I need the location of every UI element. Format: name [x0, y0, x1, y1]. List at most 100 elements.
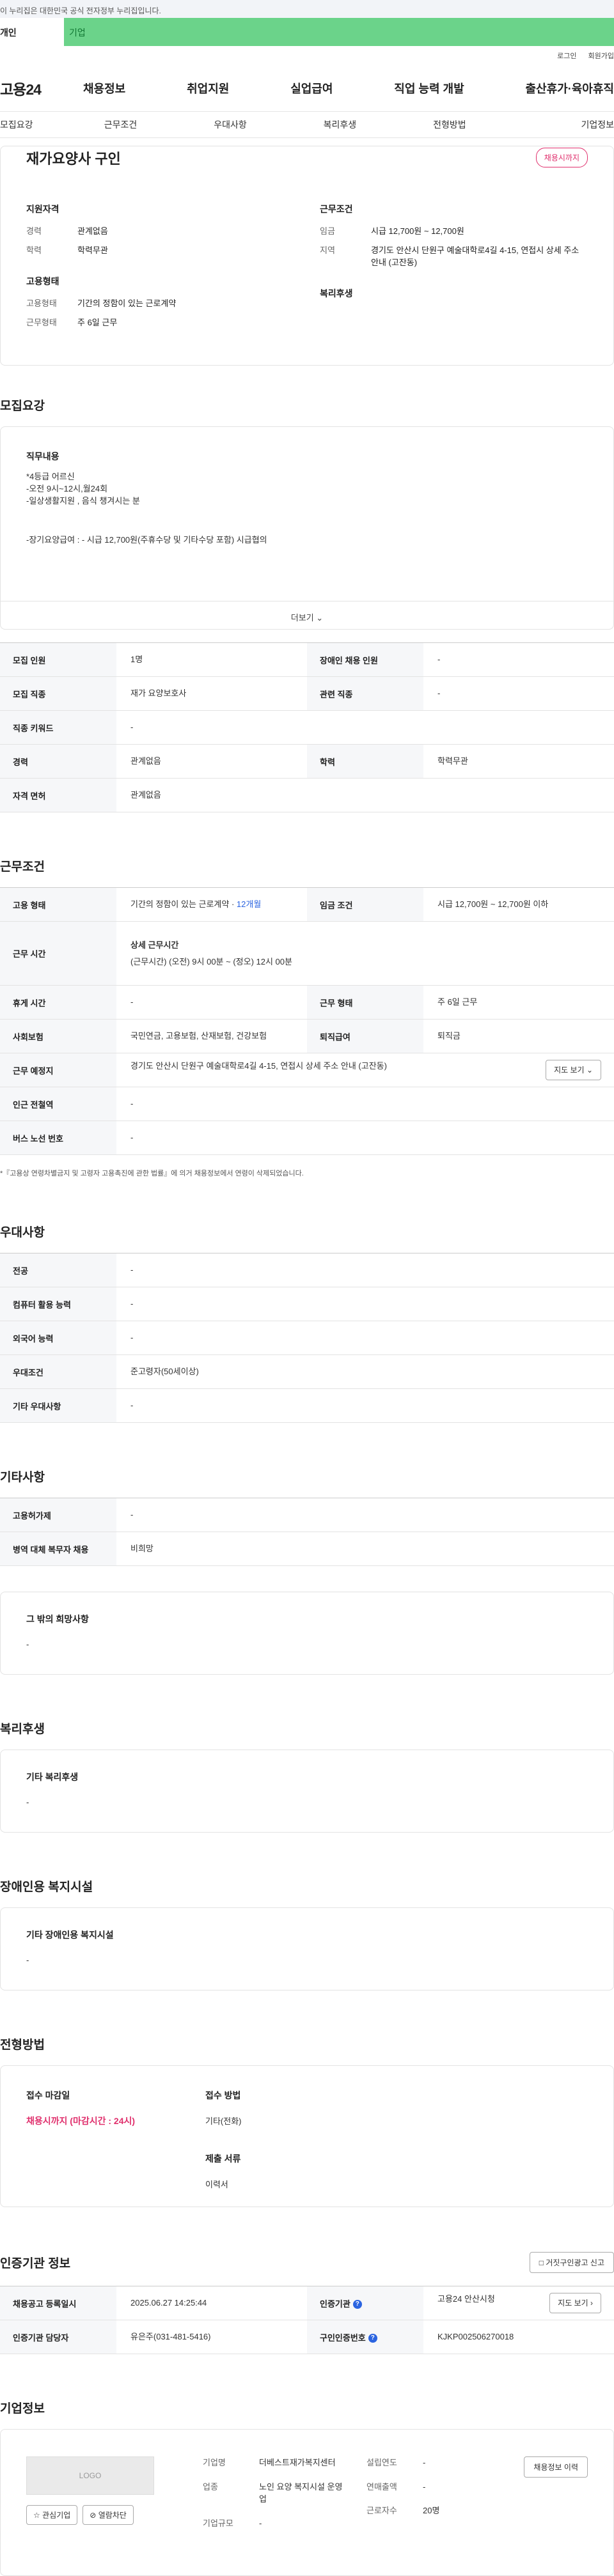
duty-line: -일상생활지원 , 음식 챙겨시는 분 [26, 496, 140, 506]
military-alt-value: 비희망 [116, 1532, 614, 1566]
founded-value: - [423, 2458, 426, 2467]
qual-career-label: 경력 [26, 226, 42, 236]
job-history-button[interactable]: 채용정보 이력 [524, 2456, 588, 2478]
menu-unemployment-benefit[interactable]: 실업급여 [290, 80, 333, 97]
selection-section-title: 전형방법 [0, 2038, 45, 2052]
cert-org-name: 고용24 안산시청 [437, 2294, 495, 2304]
age-discrimination-note: *『고용상 연령차별금지 및 고령자 고용촉진에 관한 법률』에 의거 채용정보… [0, 1170, 304, 1177]
cert-org-label-text: 인증기관 [320, 2299, 350, 2309]
occupation-value: 재가 요양보호사 [116, 676, 307, 711]
table-row: 사회보험 국민연금, 고용보험, 산재보험, 건강보험 퇴직급여 퇴직금 [0, 1019, 614, 1053]
cond-wage-label: 임금 [320, 226, 335, 236]
welfare-card-heading: 기타 복리후생 [26, 1772, 79, 1782]
cert-org-label: 인증기관? [307, 2286, 423, 2320]
welfare-card-value: - [26, 1797, 29, 1807]
favorite-company-button[interactable]: ☆ 관심기업 [26, 2505, 78, 2525]
table-row: 컴퓨터 활용 능력 - [0, 1287, 614, 1321]
gov-banner: 이 누리집은 대한민국 공식 전자정부 누리집입니다. [0, 0, 614, 18]
anchor-selection[interactable]: 전형방법 [395, 118, 504, 131]
anchor-work[interactable]: 근무조건 [66, 118, 175, 131]
workplace-value: 지도 보기 ⌄ 경기도 안산시 단원구 예술대학로4길 4-15, 연접시 상세… [116, 1053, 614, 1087]
global-nav: 고용24 채용정보 취업지원 실업급여 직업 능력 개발 출산휴가·육아휴직 [0, 65, 614, 111]
emp-type-value: 기간의 정함이 있는 근로계약 [77, 298, 177, 308]
bus-label: 버스 노선 번호 [0, 1121, 116, 1155]
table-row: 외국어 능력 - [0, 1321, 614, 1355]
more-button[interactable]: 더보기 ⌄ [1, 601, 613, 629]
cert-map-button[interactable]: 지도 보기 › [549, 2293, 601, 2313]
workplace-label: 근무 예정지 [0, 1053, 116, 1087]
menu-job-training[interactable]: 직업 능력 개발 [394, 80, 464, 97]
related-occupation-label: 관련 직종 [307, 676, 423, 711]
career-label: 경력 [0, 744, 116, 779]
anchor-company[interactable]: 기업정보 [505, 118, 614, 131]
recruit-table: 모집 인원 1명 장애인 채용 인원 - 모집 직종 재가 요양보호사 관련 직… [0, 642, 614, 812]
gov-banner-text: 이 누리집은 대한민국 공식 전자정부 누리집입니다. [0, 6, 161, 15]
etc-section-title: 기타사항 [0, 1471, 45, 1484]
language-label: 외국어 능력 [0, 1321, 116, 1355]
anchor-welfare[interactable]: 복리후생 [285, 118, 395, 131]
workplace-address: 경기도 안산시 단원구 예술대학로4길 4-15, 연접시 상세 주소 안내 (… [130, 1061, 387, 1071]
chevron-down-icon: ⌄ [316, 613, 324, 623]
job-summary-card: 재가요양사 구인 채용시까지 지원자격 경력 관계없음 학력 학력무관 고용형태 고… [0, 146, 614, 366]
welfare-heading: 복리후생 [320, 288, 353, 299]
company-size-label: 기업규모 [203, 2518, 233, 2528]
site-logo[interactable]: 고용24 [0, 77, 83, 99]
tab-person[interactable]: 개인 [0, 18, 64, 46]
duty-line: *4등급 어르신 [26, 472, 75, 481]
keyword-value: - [116, 710, 614, 745]
duty-heading: 직무내용 [26, 451, 59, 462]
subway-value: - [116, 1087, 614, 1121]
chevron-right-icon: › [590, 2299, 593, 2308]
anchor-pref[interactable]: 우대사항 [175, 118, 285, 131]
map-view-button[interactable]: 지도 보기 ⌄ [546, 1060, 601, 1080]
job-cert-no-label-text: 구인인증번호 [320, 2332, 366, 2343]
menu-jobs[interactable]: 채용정보 [83, 80, 125, 97]
pref-section-title: 우대사항 [0, 1226, 45, 1239]
login-link[interactable]: 로그인 [557, 50, 576, 61]
cert-manager-value: 유은주(031-481-5416) [116, 2320, 307, 2354]
chevron-down-icon: ⌄ [586, 1066, 593, 1075]
anchor-recruit[interactable]: 모집요강 [0, 118, 66, 131]
menu-employment-support[interactable]: 취업지원 [187, 80, 229, 97]
qual-edu-label: 학력 [26, 245, 42, 255]
hours-title: 상세 근무시간 [130, 940, 179, 950]
block-label: 열람차단 [98, 2511, 127, 2520]
major-value: - [116, 1253, 614, 1287]
table-row: 휴게 시간 - 근무 형태 주 6일 근무 [0, 985, 614, 1020]
computer-skill-label: 컴퓨터 활용 능력 [0, 1287, 116, 1321]
emp-type-value: 기간의 정함이 있는 근로계약 · 12개월 [116, 887, 307, 922]
signup-link[interactable]: 회원가입 [588, 50, 614, 61]
founded-label: 설립연도 [366, 2458, 397, 2467]
career-value: 관계없음 [116, 744, 307, 779]
summary-conditions: 근무조건 임금 시급 12,700원 ~ 12,700원 지역 경기도 안산시 단원… [320, 203, 588, 269]
wage-label: 임금 조건 [307, 887, 423, 922]
conditions-heading: 근무조건 [320, 204, 353, 214]
job-title: 재가요양사 구인 [26, 151, 121, 167]
welfare-section-title: 복리후생 [0, 1723, 45, 1736]
disability-card-value: - [26, 1955, 29, 1965]
other-wishes-value: - [26, 1640, 29, 1649]
industry-label: 업종 [203, 2481, 218, 2492]
table-row: 버스 노선 번호 - [0, 1121, 614, 1155]
disability-card: 기타 장애인용 복지시설 - [0, 1907, 614, 1990]
report-fake-ad-button[interactable]: □ 거짓구인광고 신고 [529, 2252, 614, 2273]
work-permit-value: - [116, 1498, 614, 1532]
info-icon[interactable]: ? [352, 2300, 362, 2309]
military-alt-label: 병역 대체 복무자 채용 [0, 1532, 116, 1566]
disability-card-heading: 기타 장애인용 복지시설 [26, 1930, 114, 1940]
table-row: 자격 면허 관계없음 [0, 778, 614, 812]
table-row: 병역 대체 복무자 채용 비희망 [0, 1532, 614, 1566]
employees-label: 근로자수 [366, 2506, 397, 2515]
other-wishes-heading: 그 밖의 희망사항 [26, 1614, 89, 1624]
welfare-card: 기타 복리후생 - [0, 1750, 614, 1833]
block-view-button[interactable]: ⊘ 열람차단 [83, 2505, 134, 2525]
cond-wage-value: 시급 12,700원 ~ 12,700원 [371, 226, 464, 236]
tab-company[interactable]: 기업 [64, 18, 614, 46]
bus-value: - [116, 1121, 614, 1155]
menu-maternity-leave[interactable]: 출산휴가·육아휴직 [526, 80, 614, 97]
info-icon[interactable]: ? [368, 2334, 377, 2343]
table-row: 채용공고 등록일시 2025.06.27 14:25:44 인증기관? 지도 보… [0, 2286, 614, 2320]
summary-employment: 고용형태 고용형태 기간의 정함이 있는 근로계약 근무형태 주 6일 근무 [26, 275, 294, 329]
company-section-title: 기업정보 [0, 2402, 45, 2416]
keyword-label: 직종 키워드 [0, 710, 116, 745]
